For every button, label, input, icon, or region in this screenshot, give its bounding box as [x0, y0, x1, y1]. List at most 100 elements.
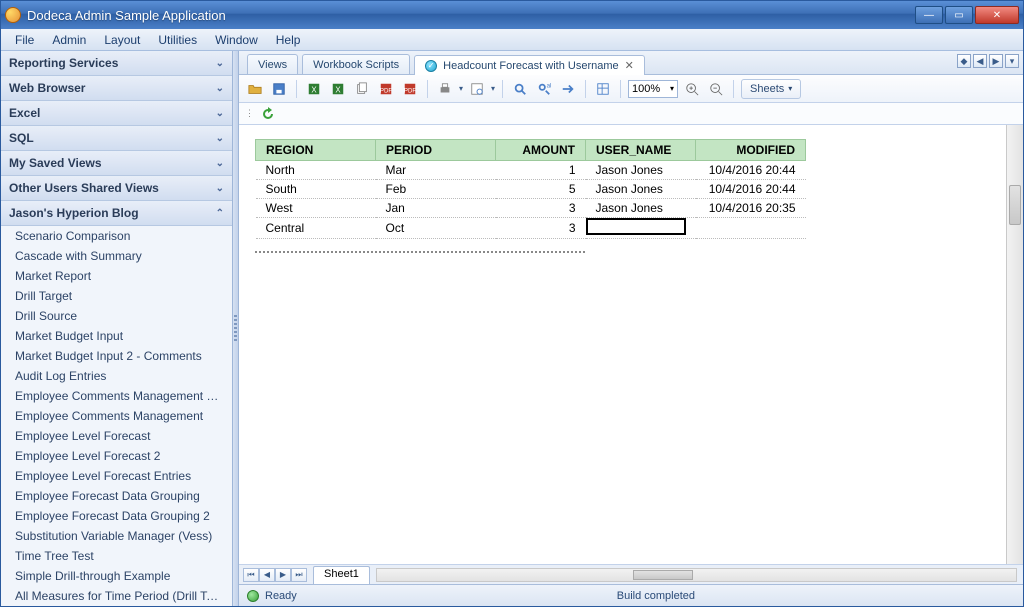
svg-text:X: X	[335, 85, 341, 94]
tree-item[interactable]: Market Report	[1, 266, 232, 286]
print-preview-button[interactable]	[467, 79, 487, 99]
data-table: REGION PERIOD AMOUNT USER_NAME MODIFIED …	[255, 139, 806, 239]
chevron-down-icon: ⌄	[216, 158, 224, 169]
tree-item[interactable]: Time Tree Test	[1, 546, 232, 566]
sheet-prev-button[interactable]: ◀	[259, 568, 275, 582]
status-left: Ready	[265, 590, 297, 602]
scrollbar-thumb[interactable]	[633, 570, 693, 580]
menu-utilities[interactable]: Utilities	[150, 31, 205, 49]
table-row[interactable]: CentralOct3	[256, 218, 806, 239]
chevron-down-icon: ⌄	[216, 108, 224, 119]
window-minimize-button[interactable]: —	[915, 6, 943, 24]
tree-item[interactable]: Employee Forecast Data Grouping 2	[1, 506, 232, 526]
tree-item[interactable]: Employee Level Forecast Entries	[1, 466, 232, 486]
sidebar-cat-mysavedviews[interactable]: My Saved Views⌄	[1, 151, 232, 176]
menu-admin[interactable]: Admin	[44, 31, 94, 49]
sidebar-cat-excel[interactable]: Excel⌄	[1, 101, 232, 126]
find-replace-button[interactable]: ab	[534, 79, 554, 99]
sidebar-cat-jasonblog[interactable]: Jason's Hyperion Blog⌃	[1, 201, 232, 226]
tab-views[interactable]: Views	[247, 54, 298, 74]
zoom-in-button[interactable]	[682, 79, 702, 99]
menu-help[interactable]: Help	[268, 31, 309, 49]
table-row[interactable]: WestJan3Jason Jones10/4/2016 20:35	[256, 199, 806, 218]
tree-item[interactable]: Market Budget Input	[1, 326, 232, 346]
menu-file[interactable]: File	[7, 31, 42, 49]
pdf-export-button[interactable]: PDF	[376, 79, 396, 99]
save-button[interactable]	[269, 79, 289, 99]
tree-item[interactable]: Drill Target	[1, 286, 232, 306]
col-modified[interactable]: MODIFIED	[696, 140, 806, 161]
zoom-out-button[interactable]	[706, 79, 726, 99]
tree-item[interactable]: All Measures for Time Period (Drill Targ…	[1, 586, 232, 606]
excel-export-button[interactable]: X	[304, 79, 324, 99]
tree-item[interactable]: Employee Comments Management	[1, 406, 232, 426]
tree-item[interactable]: Market Budget Input 2 - Comments	[1, 346, 232, 366]
scrollbar-thumb[interactable]	[1009, 185, 1021, 225]
toolbar-secondary: ⋮	[239, 103, 1023, 125]
table-row[interactable]: NorthMar1Jason Jones10/4/2016 20:44	[256, 161, 806, 180]
active-cell[interactable]	[586, 218, 686, 235]
col-username[interactable]: USER_NAME	[586, 140, 696, 161]
tree-item[interactable]: Employee Level Forecast 2	[1, 446, 232, 466]
tab-prev-button[interactable]: ◀	[973, 54, 987, 68]
tab-workbook-scripts[interactable]: Workbook Scripts	[302, 54, 410, 74]
sheet-tab-sheet1[interactable]: Sheet1	[313, 566, 370, 584]
sidebar-cat-reporting[interactable]: Reporting Services⌄	[1, 51, 232, 76]
col-period[interactable]: PERIOD	[376, 140, 496, 161]
vertical-scrollbar[interactable]	[1006, 125, 1023, 564]
find-button[interactable]	[510, 79, 530, 99]
menubar: File Admin Layout Utilities Window Help	[1, 29, 1023, 51]
svg-text:PDF: PDF	[404, 87, 416, 94]
goto-button[interactable]	[558, 79, 578, 99]
pdf-export-alt-button[interactable]: PDF	[400, 79, 420, 99]
chevron-down-icon: ⌄	[216, 58, 224, 69]
window-close-button[interactable]: ✕	[975, 6, 1019, 24]
svg-text:X: X	[311, 85, 317, 94]
print-button[interactable]	[435, 79, 455, 99]
zoom-field[interactable]: 100%▾	[628, 80, 678, 98]
copy-button[interactable]	[352, 79, 372, 99]
chevron-up-icon: ⌃	[216, 208, 224, 219]
tab-pin-button[interactable]: ◆	[957, 54, 971, 68]
menu-layout[interactable]: Layout	[96, 31, 148, 49]
excel-export-alt-button[interactable]: X	[328, 79, 348, 99]
refresh-button[interactable]	[260, 106, 276, 122]
sidebar: Reporting Services⌄ Web Browser⌄ Excel⌄ …	[1, 51, 233, 606]
svg-text:PDF: PDF	[380, 87, 392, 94]
sheet-next-button[interactable]: ▶	[275, 568, 291, 582]
tab-close-icon[interactable]: ✕	[625, 59, 634, 72]
sidebar-tree[interactable]: Scenario Comparison Cascade with Summary…	[1, 226, 232, 606]
table-row[interactable]: SouthFeb5Jason Jones10/4/2016 20:44	[256, 180, 806, 199]
tree-item[interactable]: Drill Source	[1, 306, 232, 326]
col-amount[interactable]: AMOUNT	[496, 140, 586, 161]
check-icon: ✓	[425, 60, 437, 72]
tab-next-button[interactable]: ▶	[989, 54, 1003, 68]
open-button[interactable]	[245, 79, 265, 99]
tree-item[interactable]: Employee Level Forecast	[1, 426, 232, 446]
sheet-first-button[interactable]: ⏮	[243, 568, 259, 582]
window-maximize-button[interactable]: ▭	[945, 6, 973, 24]
tab-menu-button[interactable]: ▾	[1005, 54, 1019, 68]
sheets-dropdown[interactable]: Sheets▾	[741, 79, 801, 99]
tree-item[interactable]: Substitution Variable Manager (Vess)	[1, 526, 232, 546]
sidebar-cat-sql[interactable]: SQL⌄	[1, 126, 232, 151]
tree-item[interactable]: Simple Drill-through Example	[1, 566, 232, 586]
chevron-down-icon: ⌄	[216, 133, 224, 144]
sidebar-cat-othershared[interactable]: Other Users Shared Views⌄	[1, 176, 232, 201]
tree-item[interactable]: Employee Forecast Data Grouping	[1, 486, 232, 506]
horizontal-scrollbar[interactable]	[376, 568, 1017, 582]
sidebar-cat-webbrowser[interactable]: Web Browser⌄	[1, 76, 232, 101]
tree-item[interactable]: Cascade with Summary	[1, 246, 232, 266]
col-region[interactable]: REGION	[256, 140, 376, 161]
tab-headcount-forecast[interactable]: ✓ Headcount Forecast with Username ✕	[414, 55, 645, 75]
zoom-value: 100%	[632, 83, 660, 95]
freeze-panes-button[interactable]	[593, 79, 613, 99]
svg-text:ab: ab	[547, 82, 551, 89]
tree-item[interactable]: Scenario Comparison	[1, 226, 232, 246]
spreadsheet-area[interactable]: REGION PERIOD AMOUNT USER_NAME MODIFIED …	[239, 125, 1023, 564]
tree-item[interactable]: Audit Log Entries	[1, 366, 232, 386]
menu-window[interactable]: Window	[207, 31, 266, 49]
tree-item[interactable]: Employee Comments Management (Essbase V.…	[1, 386, 232, 406]
chevron-down-icon: ⌄	[216, 183, 224, 194]
sheet-last-button[interactable]: ⏭	[291, 568, 307, 582]
